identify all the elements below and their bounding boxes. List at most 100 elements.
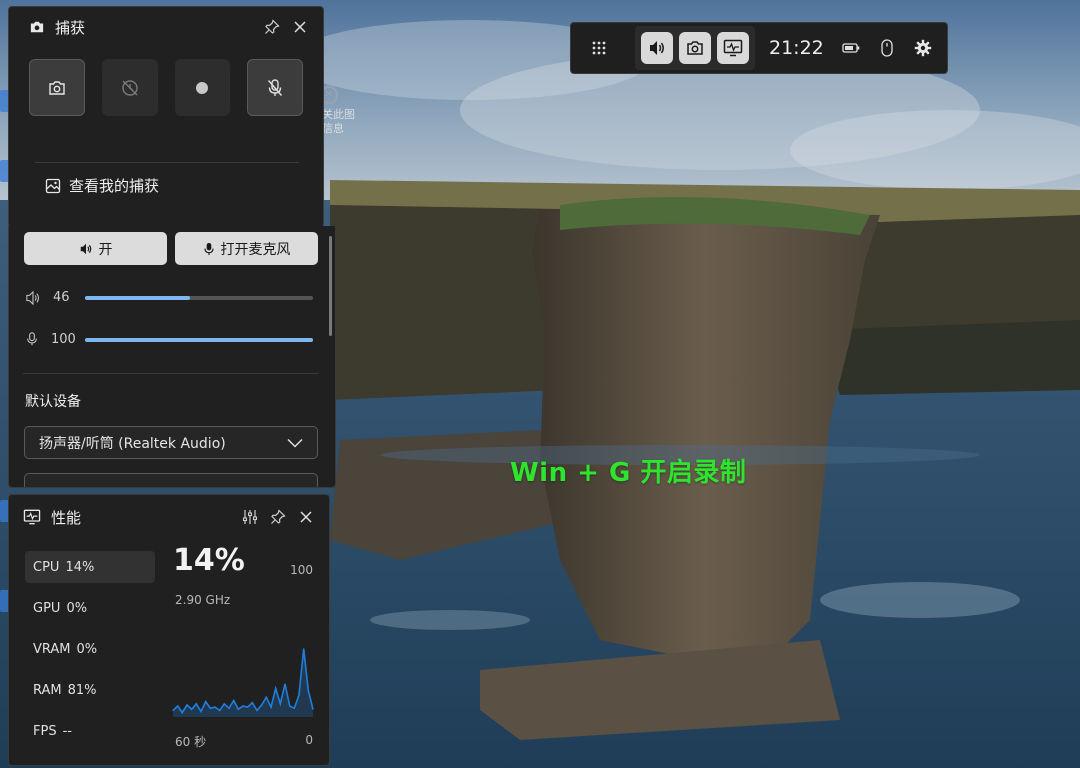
cpu-usage-point xyxy=(293,707,295,709)
mouse-status xyxy=(876,37,898,59)
screenshot-button[interactable] xyxy=(29,59,85,116)
speaker-volume-row: 46 xyxy=(25,290,89,305)
battery-status xyxy=(840,37,862,59)
metric-vram[interactable]: VRAM 0% xyxy=(25,633,155,665)
cpu-usage-point xyxy=(181,712,183,714)
chevron-down-icon xyxy=(287,438,303,448)
close-button[interactable] xyxy=(295,506,317,528)
camera-icon xyxy=(30,21,44,33)
chart-x-axis-end: 0 xyxy=(305,733,313,747)
mic-volume-value: 100 xyxy=(51,331,76,347)
close-button[interactable] xyxy=(289,16,311,38)
audio-icon xyxy=(650,41,664,55)
cpu-usage-point xyxy=(228,707,230,709)
output-device-value: 扬声器/听筒 (Realtek Audio) xyxy=(39,435,226,452)
audio-widget-button[interactable] xyxy=(641,32,673,64)
metric-name: VRAM xyxy=(33,641,71,657)
mic-on-button[interactable]: 打开麦克风 xyxy=(175,232,318,265)
cpu-usage-point xyxy=(191,708,193,710)
cpu-usage-point xyxy=(289,705,291,707)
cpu-usage-point xyxy=(209,707,211,709)
input-device-dropdown[interactable] xyxy=(24,473,318,487)
capture-widget: 捕获 查看我的捕获 xyxy=(8,6,324,228)
cpu-usage-point xyxy=(298,694,300,696)
view-my-captures-link[interactable]: 查看我的捕获 xyxy=(45,175,159,196)
metric-value: 0% xyxy=(66,600,88,616)
cpu-usage-point xyxy=(172,709,174,711)
speaker-toggle-button[interactable]: 开 xyxy=(24,232,167,265)
cpu-usage-point xyxy=(186,704,188,706)
cpu-usage-point xyxy=(303,648,305,650)
cpu-usage-point xyxy=(261,704,263,706)
cpu-usage-point xyxy=(275,687,277,689)
divider xyxy=(35,162,299,163)
cpu-usage-point xyxy=(242,705,244,707)
output-device-dropdown[interactable]: 扬声器/听筒 (Realtek Audio) xyxy=(24,426,318,459)
speaker-volume-value: 46 xyxy=(53,290,70,305)
widget-toggle-group xyxy=(635,26,755,70)
speaker-icon xyxy=(80,243,91,254)
performance-header: 性能 xyxy=(9,495,329,539)
scrollbar[interactable] xyxy=(329,236,332,336)
metric-ram[interactable]: RAM 81% xyxy=(25,674,155,706)
capture-actions xyxy=(9,47,323,116)
game-bar: 21:22 xyxy=(570,22,948,74)
cpu-usage-point xyxy=(195,703,197,705)
capture-header: 捕获 xyxy=(9,7,323,47)
cpu-usage-point xyxy=(247,706,249,708)
cpu-usage-point xyxy=(223,703,225,705)
audio-toggles: 开 打开麦克风 xyxy=(9,226,335,265)
cpu-usage-point xyxy=(233,699,235,702)
close-icon xyxy=(294,21,306,33)
metric-name: RAM xyxy=(33,682,62,698)
mic-off-icon xyxy=(268,78,283,96)
current-metric-value: 14% xyxy=(173,543,245,578)
capture-icon xyxy=(687,41,703,55)
metric-list: CPU 14% GPU 0% VRAM 0% RAM 81% FPS -- xyxy=(25,551,155,756)
metric-gpu[interactable]: GPU 0% xyxy=(25,592,155,624)
chart-x-axis-start: 60 秒 xyxy=(175,735,207,749)
capture-widget-button[interactable] xyxy=(679,32,711,64)
mic-on-label: 打开麦克风 xyxy=(220,241,291,258)
pin-button[interactable] xyxy=(261,16,283,38)
cpu-usage-point xyxy=(265,696,267,698)
metric-cpu[interactable]: CPU 14% xyxy=(25,551,155,583)
cpu-usage-chart xyxy=(172,648,314,717)
mouse-icon xyxy=(881,39,893,57)
settings-button[interactable] xyxy=(912,37,934,59)
view-captures-label: 查看我的捕获 xyxy=(69,177,160,195)
mic-outline-icon xyxy=(27,332,37,346)
cpu-usage-point xyxy=(219,709,221,711)
metric-fps[interactable]: FPS -- xyxy=(25,715,155,747)
mic-volume-slider[interactable] xyxy=(85,338,313,342)
clock: 21:22 xyxy=(769,37,824,59)
record-last-30s-button[interactable] xyxy=(101,59,158,116)
sliders-icon xyxy=(242,510,258,524)
widget-menu-button[interactable] xyxy=(581,30,617,66)
metric-value: 81% xyxy=(67,682,97,698)
cpu-usage-point xyxy=(256,709,258,711)
metric-name: GPU xyxy=(33,600,61,616)
gallery-icon xyxy=(45,178,61,193)
pin-icon xyxy=(271,509,286,524)
speaker-volume-fill xyxy=(85,296,190,300)
start-recording-button[interactable] xyxy=(174,59,231,116)
speaker-volume-slider[interactable] xyxy=(85,296,313,300)
mic-icon xyxy=(203,242,214,255)
cpu-usage-point xyxy=(284,683,286,685)
cpu-usage-point xyxy=(307,690,309,692)
performance-options-button[interactable] xyxy=(239,506,261,528)
pin-button[interactable] xyxy=(267,506,289,528)
record-icon xyxy=(196,81,209,94)
mic-toggle-button[interactable] xyxy=(247,59,303,116)
record-hint-text: Win + G 开启录制 xyxy=(510,458,747,488)
cpu-usage-point xyxy=(312,708,314,710)
performance-widget-button[interactable] xyxy=(717,32,749,64)
performance-icon xyxy=(723,39,743,57)
metric-name: CPU xyxy=(33,559,60,575)
mic-volume-fill xyxy=(85,338,313,342)
performance-icon xyxy=(23,509,41,525)
audio-widget: 开 打开麦克风 46 100 默认设备 扬声器/听筒 (Realtek Audi… xyxy=(8,226,336,488)
cpu-usage-point xyxy=(279,703,281,705)
cpu-usage-point xyxy=(270,706,272,708)
